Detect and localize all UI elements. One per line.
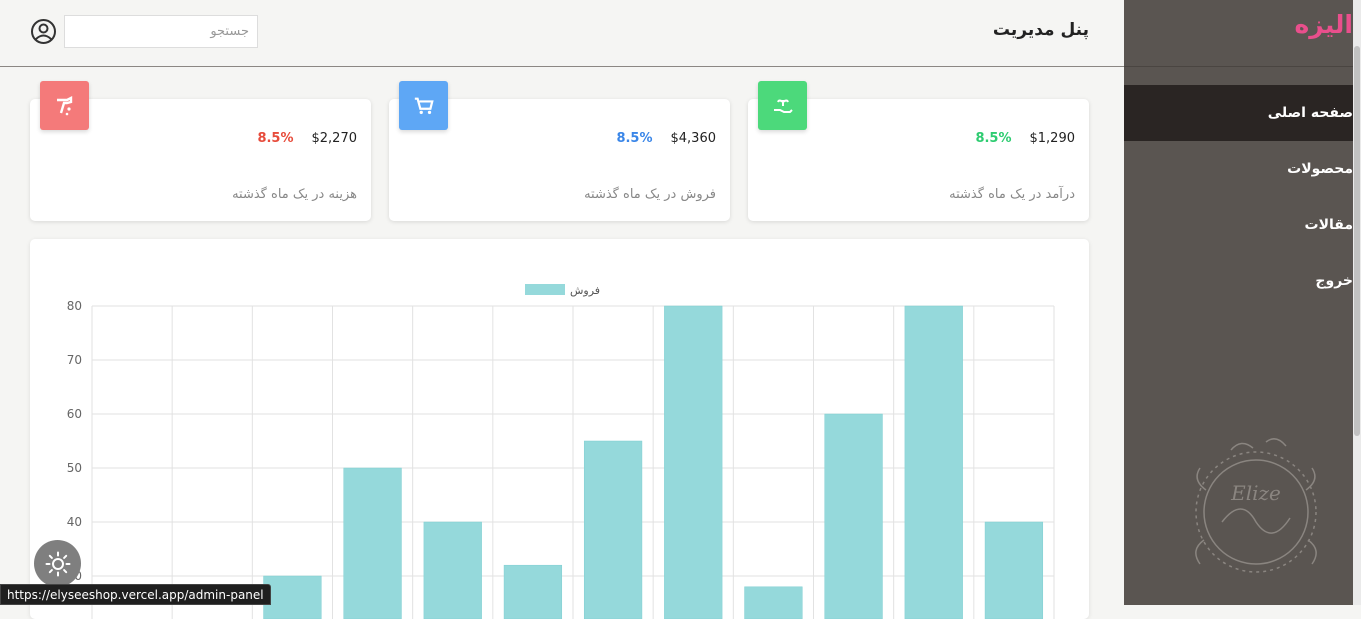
sidebar-item-label: مقالات (1304, 217, 1354, 233)
card-value: 8.5% $1,290 (975, 131, 1075, 146)
brand-logo-text[interactable]: الیزه (1153, 10, 1353, 39)
card-caption: فروش در یک ماه گذشته (584, 187, 716, 202)
sidebar-item-articles[interactable]: مقالات (1124, 197, 1354, 253)
chart-legend-swatch (525, 284, 565, 295)
sun-icon (45, 551, 70, 576)
search-input[interactable] (65, 16, 257, 47)
expense-card: 8.5% $2,270 هزینه در یک ماه گذشته (30, 81, 371, 221)
sidebar-item-products[interactable]: محصولات (1124, 141, 1353, 197)
chart-bar (583, 440, 643, 619)
status-bar-url: https://elyseeshop.vercel.app/admin-pane… (0, 584, 271, 605)
chart-bar (824, 413, 883, 619)
user-circle-icon[interactable] (30, 18, 57, 45)
brand-emblem-icon: Elize (1195, 438, 1317, 573)
chart-bar (503, 564, 563, 619)
page-scrollbar[interactable] (1353, 0, 1361, 605)
chart-bar (904, 305, 963, 619)
card-value: 8.5% $2,270 (257, 131, 357, 146)
sidebar-item-logout[interactable]: خروج (1124, 253, 1353, 309)
card-percent: 8.5% (616, 131, 653, 146)
top-header: پنل مدیریت (0, 0, 1124, 67)
sidebar-item-label: محصولات (1287, 161, 1353, 177)
card-percent: 8.5% (975, 131, 1012, 146)
sales-card: 8.5% $4,360 فروش در یک ماه گذشته (389, 81, 730, 221)
chart-bar (984, 521, 1044, 619)
sidebar-item-label: صفحه اصلی (1267, 105, 1353, 121)
chart-ytick-label: 70 (67, 353, 82, 367)
page-title: پنل مدیریت (992, 20, 1089, 40)
card-amount: $4,360 (670, 131, 717, 146)
chart-legend-label: فروش (570, 284, 600, 297)
chart-ytick-label: 80 (67, 299, 82, 313)
hand-coin-icon (40, 81, 89, 130)
card-caption: درآمد در یک ماه گذشته (949, 187, 1075, 202)
card-amount: $2,270 (311, 131, 358, 146)
chart-bar (664, 305, 723, 619)
chart-bar (343, 467, 402, 619)
chart-bar (744, 586, 803, 619)
theme-toggle-button[interactable] (34, 540, 81, 587)
revenue-card: 8.5% $1,290 درآمد در یک ماه گذشته (748, 81, 1089, 221)
sidebar-item-home[interactable]: صفحه اصلی (1124, 85, 1353, 141)
card-value: 8.5% $4,360 (616, 131, 716, 146)
search-box[interactable] (64, 15, 258, 48)
chart-ytick-label: 60 (67, 407, 82, 421)
card-amount: $1,290 (1029, 131, 1076, 146)
scrollbar-thumb[interactable] (1354, 46, 1360, 436)
shopping-cart-icon (399, 81, 448, 130)
sales-chart-card: 304050607080فروش (30, 239, 1089, 619)
chart-ytick-label: 40 (67, 515, 82, 529)
chart-bar (423, 521, 482, 619)
sidebar-nav: صفحه اصلی محصولات مقالات خروج (1124, 85, 1353, 309)
card-caption: هزینه در یک ماه گذشته (232, 187, 357, 202)
sales-bar-chart: 304050607080فروش (67, 284, 1055, 619)
sidebar-item-label: خروج (1315, 273, 1353, 289)
card-percent: 8.5% (257, 131, 294, 146)
sidebar: الیزه صفحه اصلی محصولات مقالات خروج Eliz… (1124, 0, 1353, 605)
hand-plant-icon (758, 81, 807, 130)
brand-band: الیزه (1124, 0, 1353, 67)
chart-bar (263, 575, 322, 619)
chart-ytick-label: 50 (67, 461, 82, 475)
brand-emblem-text: Elize (1230, 481, 1281, 505)
